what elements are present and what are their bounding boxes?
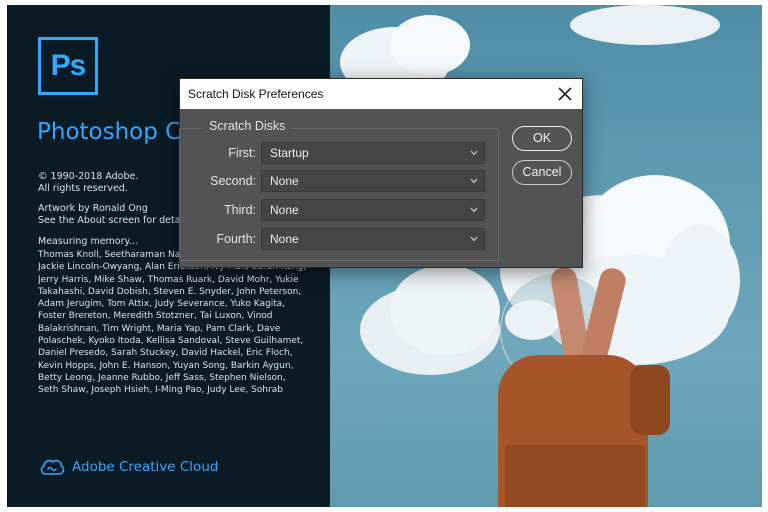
scratch-disks-group-label: Scratch Disks <box>203 119 292 133</box>
second-disk-select[interactable]: None <box>261 170 485 192</box>
artwork-credit: Artwork by Ronald Ong <box>38 203 148 214</box>
app-name: Photoshop CC <box>37 119 198 145</box>
credits-list: Thomas Knoll, Seetharaman Narayanan, Rus… <box>38 250 307 396</box>
fourth-disk-select[interactable]: None <box>261 228 485 250</box>
photoshop-logo: Ps <box>38 37 98 95</box>
chevron-down-icon <box>470 178 478 184</box>
fourth-label: Fourth: <box>216 232 256 246</box>
chevron-down-icon <box>470 236 478 242</box>
rights-text: All rights reserved. <box>38 183 128 194</box>
first-disk-select[interactable]: Startup <box>261 142 485 164</box>
third-label: Third: <box>224 203 256 217</box>
copyright-text: © 1990-2018 Adobe. <box>38 171 139 182</box>
creative-cloud-label: Adobe Creative Cloud <box>72 459 219 475</box>
third-disk-select[interactable]: None <box>261 199 485 221</box>
status-text: Measuring memory... <box>38 236 138 247</box>
third-disk-value: None <box>270 203 299 217</box>
chevron-down-icon <box>470 150 478 156</box>
creative-cloud-icon <box>40 459 65 475</box>
chevron-down-icon <box>470 207 478 213</box>
cancel-button[interactable]: Cancel <box>512 160 572 185</box>
first-disk-value: Startup <box>270 146 309 160</box>
dialog-titlebar: Scratch Disk Preferences <box>180 79 582 109</box>
second-disk-value: None <box>270 174 299 188</box>
dialog-title: Scratch Disk Preferences <box>188 87 324 101</box>
first-label: First: <box>228 146 256 160</box>
about-note: See the About screen for details <box>38 215 191 226</box>
scratch-disk-dialog: Scratch Disk Preferences Scratch Disks F… <box>179 78 583 268</box>
close-icon[interactable] <box>554 83 576 105</box>
fourth-disk-value: None <box>270 232 299 246</box>
ok-button[interactable]: OK <box>512 126 572 151</box>
second-label: Second: <box>210 174 256 188</box>
